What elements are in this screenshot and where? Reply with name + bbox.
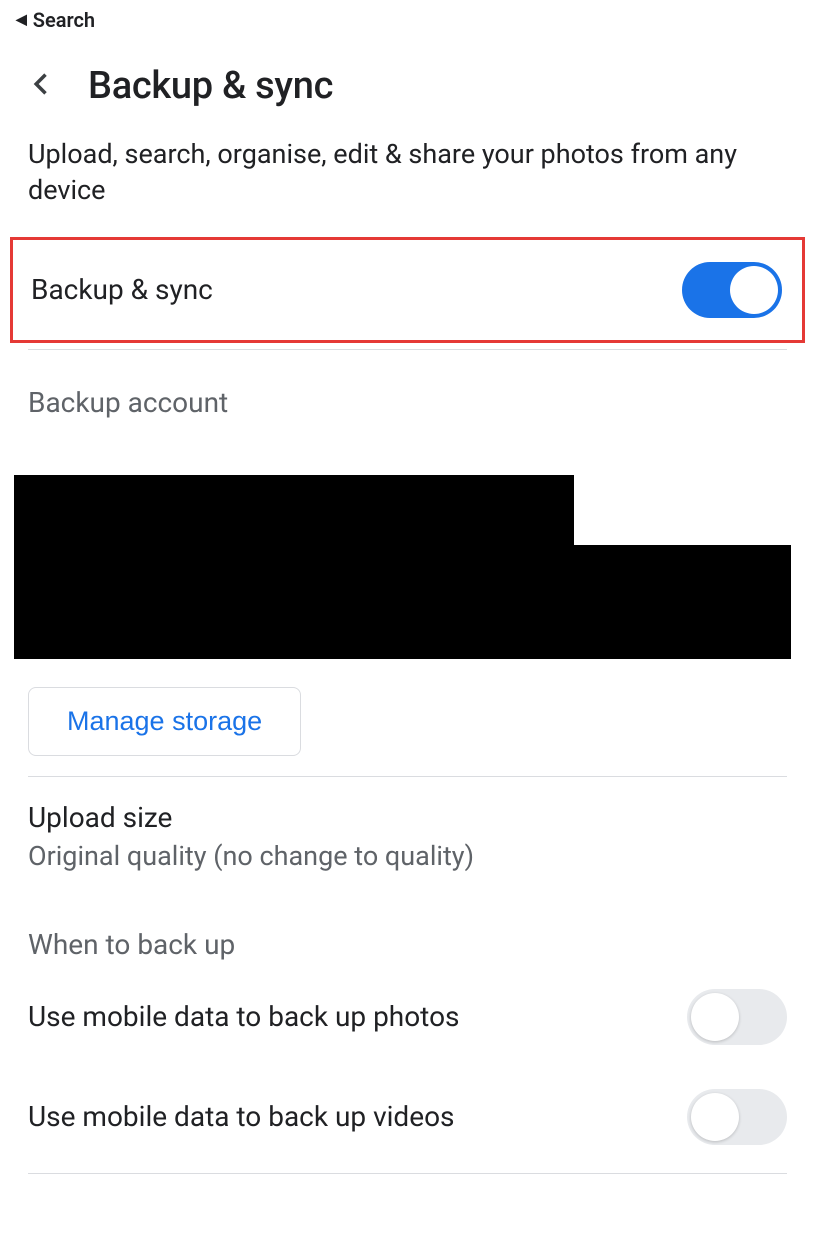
backup-sync-toggle-row: Backup & sync — [10, 237, 805, 343]
backup-sync-toggle[interactable] — [682, 262, 782, 318]
upload-size-setting[interactable]: Upload size Original quality (no change … — [0, 777, 815, 872]
toggle-knob — [691, 1093, 739, 1141]
mobile-data-videos-label: Use mobile data to back up videos — [28, 1100, 455, 1133]
mobile-data-videos-row: Use mobile data to back up videos — [0, 1045, 815, 1145]
breadcrumb-search[interactable]: ◀ Search — [0, 0, 815, 40]
breadcrumb-label: Search — [33, 8, 95, 32]
mobile-data-videos-toggle[interactable] — [687, 1089, 787, 1145]
page-description: Upload, search, organise, edit & share y… — [0, 136, 815, 237]
manage-storage-button[interactable]: Manage storage — [28, 687, 301, 756]
toggle-knob — [691, 993, 739, 1041]
mobile-data-photos-row: Use mobile data to back up photos — [0, 961, 815, 1045]
mobile-data-photos-label: Use mobile data to back up photos — [28, 1000, 459, 1033]
toggle-knob — [730, 266, 778, 314]
backup-sync-label: Backup & sync — [31, 273, 213, 306]
page-title: Backup & sync — [88, 64, 333, 108]
mobile-data-photos-toggle[interactable] — [687, 989, 787, 1045]
backup-account-header: Backup account — [0, 350, 815, 419]
page-header: Backup & sync — [0, 40, 815, 136]
upload-size-subtitle: Original quality (no change to quality) — [28, 840, 787, 872]
when-to-backup-header: When to back up — [0, 872, 815, 961]
back-icon[interactable] — [28, 70, 56, 102]
upload-size-title: Upload size — [28, 801, 787, 834]
back-triangle-icon: ◀ — [16, 12, 27, 28]
redacted-account-info — [0, 475, 815, 659]
